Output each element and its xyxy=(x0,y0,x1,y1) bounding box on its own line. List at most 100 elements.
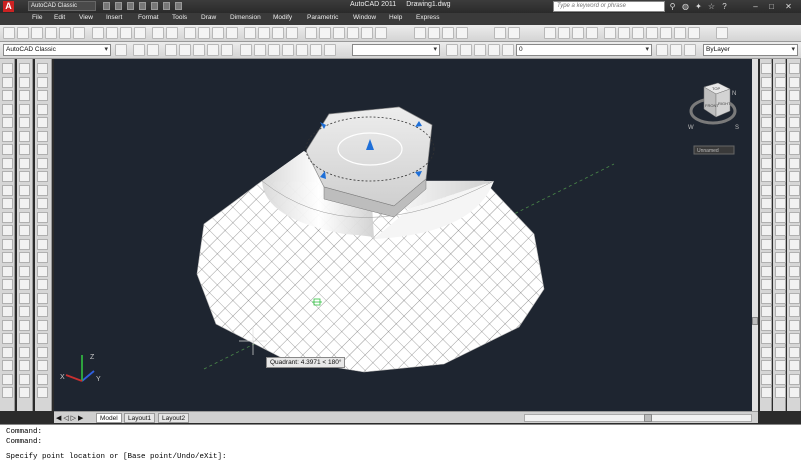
visual-style-icon-5[interactable] xyxy=(221,44,233,56)
modeling-tool-icon[interactable] xyxy=(37,265,48,277)
visual-style-icon-3[interactable] xyxy=(193,44,205,56)
right-b-tool-icon[interactable] xyxy=(775,211,786,223)
layer-manager-icon[interactable] xyxy=(133,44,145,56)
right-b-tool-icon[interactable] xyxy=(775,346,786,358)
zoom-previous-icon[interactable] xyxy=(226,27,238,39)
modify-tool-icon[interactable] xyxy=(19,252,30,263)
modeling-tool-icon[interactable] xyxy=(37,346,48,358)
paste-icon-b[interactable] xyxy=(442,27,454,39)
plot-icon-b[interactable] xyxy=(347,27,359,39)
lock-icon[interactable] xyxy=(488,44,500,56)
zoom-window-icon[interactable] xyxy=(212,27,224,39)
palettes-icon-b[interactable] xyxy=(632,27,644,39)
right-a-tool-icon[interactable] xyxy=(761,157,772,169)
maximize-icon[interactable]: □ xyxy=(766,1,777,12)
print-icon[interactable] xyxy=(175,2,182,10)
right-b-tool-icon[interactable] xyxy=(775,319,786,331)
right-b-tool-icon[interactable] xyxy=(775,252,786,263)
right-a-tool-icon[interactable] xyxy=(761,171,772,182)
view-icon-4[interactable] xyxy=(282,44,294,56)
cut-icon[interactable] xyxy=(92,27,104,39)
right-a-tool-icon[interactable] xyxy=(761,117,772,128)
draw-tool-icon[interactable] xyxy=(2,373,13,385)
right-a-tool-icon[interactable] xyxy=(761,184,772,196)
right-c-tool-icon[interactable] xyxy=(789,171,800,182)
modeling-tool-icon[interactable] xyxy=(37,171,48,182)
right-b-tool-icon[interactable] xyxy=(775,306,786,317)
menu-view[interactable]: View xyxy=(79,14,93,21)
right-a-tool-icon[interactable] xyxy=(761,144,772,155)
right-c-tool-icon[interactable] xyxy=(789,252,800,263)
right-a-tool-icon[interactable] xyxy=(761,130,772,142)
right-a-tool-icon[interactable] xyxy=(761,387,772,398)
draw-tool-icon[interactable] xyxy=(2,306,13,317)
layer-state-icon[interactable] xyxy=(147,44,159,56)
modify-tool-icon[interactable] xyxy=(19,211,30,223)
publish-icon-b[interactable] xyxy=(375,27,387,39)
model-canvas[interactable]: Z X Y FRONT RIGHT TOP W S N Unnamed xyxy=(54,59,758,412)
vertical-scrollbar[interactable] xyxy=(752,59,758,412)
subscription-icon[interactable]: ◍ xyxy=(680,1,691,12)
right-a-tool-icon[interactable] xyxy=(761,360,772,371)
search-icon[interactable]: ⚲ xyxy=(667,1,678,12)
modify-tool-icon[interactable] xyxy=(19,184,30,196)
right-c-tool-icon[interactable] xyxy=(789,238,800,250)
plot-preview-icon[interactable] xyxy=(59,27,71,39)
design-center-icon-b[interactable] xyxy=(618,27,630,39)
view-icon-5[interactable] xyxy=(296,44,308,56)
menu-dimension[interactable]: Dimension xyxy=(230,14,261,21)
right-b-tool-icon[interactable] xyxy=(775,144,786,155)
favorites-icon[interactable]: ☆ xyxy=(706,1,717,12)
workspace-switcher[interactable]: AutoCAD Classic xyxy=(28,1,96,11)
draw-tool-icon[interactable] xyxy=(2,360,13,371)
view-icon-1[interactable] xyxy=(240,44,252,56)
draw-tool-icon[interactable] xyxy=(2,387,13,398)
menu-tools[interactable]: Tools xyxy=(172,14,187,21)
menu-edit[interactable]: Edit xyxy=(54,14,65,21)
right-a-tool-icon[interactable] xyxy=(761,333,772,344)
modify-tool-icon[interactable] xyxy=(19,387,30,398)
brush-icon-b[interactable] xyxy=(456,27,468,39)
properties-icon[interactable] xyxy=(244,27,256,39)
menu-express[interactable]: Express xyxy=(416,14,439,21)
right-b-tool-icon[interactable] xyxy=(775,387,786,398)
lightbulb-icon[interactable] xyxy=(460,44,472,56)
text-style-icon[interactable] xyxy=(716,27,728,39)
menu-parametric[interactable]: Parametric xyxy=(307,14,338,21)
right-a-tool-icon[interactable] xyxy=(761,292,772,304)
undo-icon-2[interactable] xyxy=(152,27,164,39)
layer-walk-icon[interactable] xyxy=(684,44,696,56)
sheet-set-icon[interactable] xyxy=(286,27,298,39)
modify-tool-icon[interactable] xyxy=(19,319,30,331)
draw-tool-icon[interactable] xyxy=(2,238,13,250)
right-a-tool-icon[interactable] xyxy=(761,90,772,101)
save-as-icon[interactable] xyxy=(139,2,146,10)
right-c-tool-icon[interactable] xyxy=(789,319,800,331)
menu-help[interactable]: Help xyxy=(389,14,402,21)
modify-tool-icon[interactable] xyxy=(19,103,30,115)
markup-icon-b[interactable] xyxy=(660,27,672,39)
draw-tool-icon[interactable] xyxy=(2,117,13,128)
match-properties-icon[interactable] xyxy=(134,27,146,39)
visual-style-icon-2[interactable] xyxy=(179,44,191,56)
new-icon[interactable] xyxy=(3,27,15,39)
right-b-tool-icon[interactable] xyxy=(775,130,786,142)
pan-icon[interactable] xyxy=(184,27,196,39)
tab-model[interactable]: Model xyxy=(96,413,122,423)
tab-layout1[interactable]: Layout1 xyxy=(124,413,156,423)
help-icon-b[interactable] xyxy=(688,27,700,39)
undo-icon-b[interactable] xyxy=(494,27,506,39)
workspace-settings-icon[interactable] xyxy=(115,44,127,56)
sheetset-icon-b[interactable] xyxy=(646,27,658,39)
right-c-tool-icon[interactable] xyxy=(789,117,800,128)
right-a-tool-icon[interactable] xyxy=(761,252,772,263)
right-b-tool-icon[interactable] xyxy=(775,117,786,128)
draw-tool-icon[interactable] xyxy=(2,157,13,169)
horizontal-scroll-thumb[interactable] xyxy=(644,414,652,422)
modeling-tool-icon[interactable] xyxy=(37,360,48,371)
redo-icon-b[interactable] xyxy=(508,27,520,39)
right-b-tool-icon[interactable] xyxy=(775,171,786,182)
right-b-tool-icon[interactable] xyxy=(775,184,786,196)
cut-icon-b[interactable] xyxy=(414,27,426,39)
right-c-tool-icon[interactable] xyxy=(789,279,800,290)
